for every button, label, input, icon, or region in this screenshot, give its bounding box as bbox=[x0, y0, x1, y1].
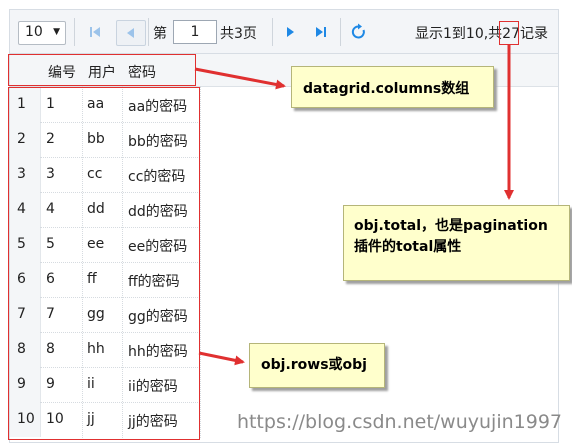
rows-note-text: obj.rows或obj bbox=[261, 357, 367, 373]
total-note: obj.total，也是pagination 插件的total属性 bbox=[343, 205, 570, 281]
columns-note: datagrid.columns数组 bbox=[291, 66, 494, 108]
columns-note-text: datagrid.columns数组 bbox=[303, 81, 470, 97]
total-note-line2: 插件的total属性 bbox=[354, 239, 462, 255]
watermark: https://blog.csdn.net/wuyujin1997 bbox=[236, 411, 562, 433]
arrow-to-columns-note bbox=[194, 67, 286, 90]
arrow-to-rows-note bbox=[198, 351, 245, 366]
total-note-line1: obj.total，也是pagination bbox=[354, 218, 548, 234]
rows-note: obj.rows或obj bbox=[249, 343, 385, 388]
